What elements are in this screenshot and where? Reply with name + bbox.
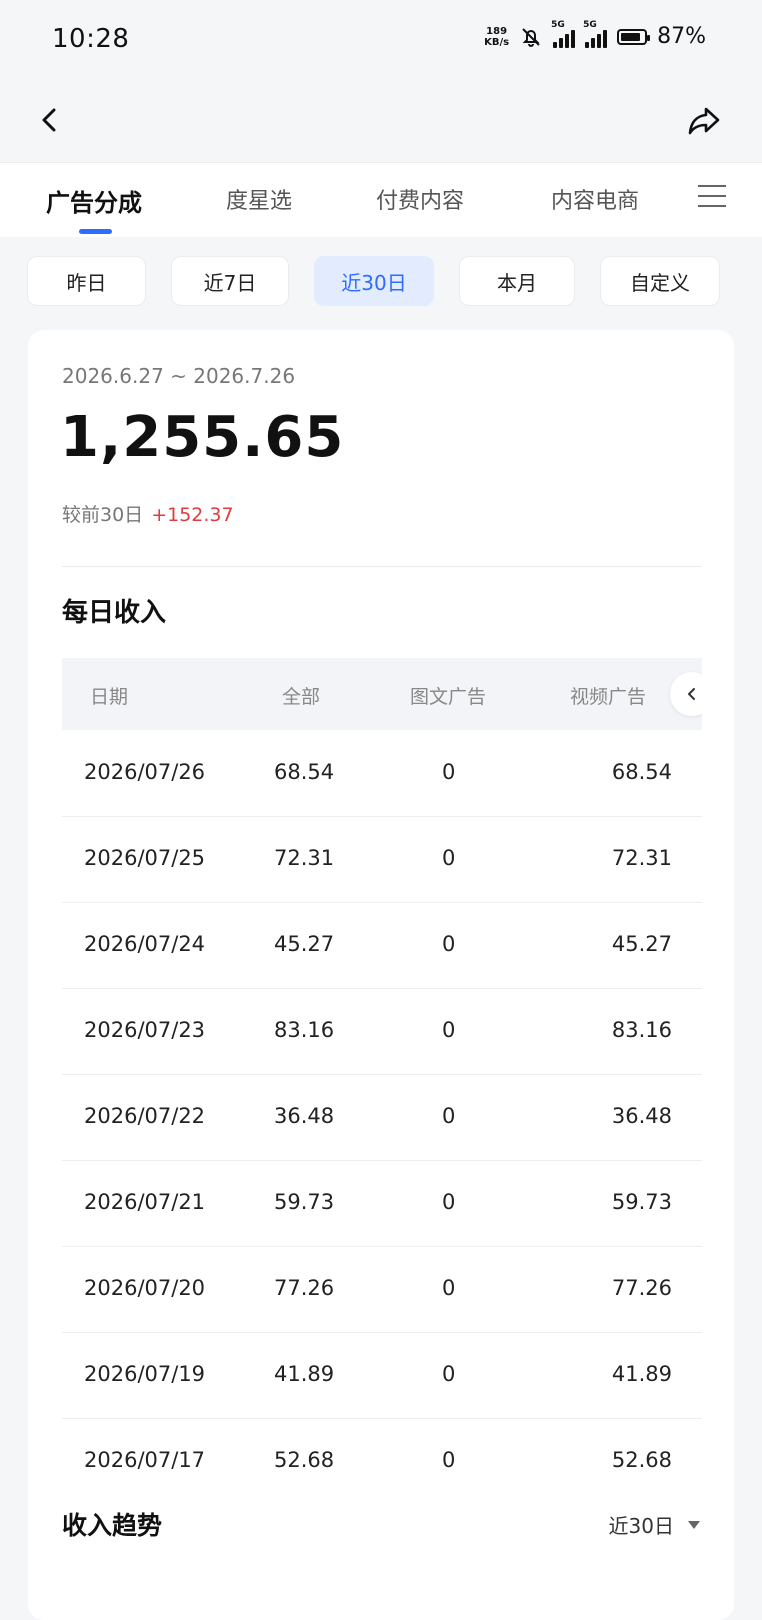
comparison: 较前30日 +152.37 xyxy=(62,500,234,527)
header-video-ads: 视频广告 xyxy=(570,686,647,708)
cell-image-ads: 0 xyxy=(442,1190,456,1214)
cell-all: 59.73 xyxy=(274,1190,335,1214)
cell-image-ads: 0 xyxy=(442,846,456,870)
tab-du-select[interactable]: 度星选 xyxy=(226,183,292,215)
table-row: 2026/07/21 59.73 0 59.73 xyxy=(62,1160,702,1247)
network-speed: 189 KB/s xyxy=(484,25,510,48)
range-custom[interactable]: 自定义 xyxy=(600,256,720,306)
cell-all: 45.27 xyxy=(274,932,335,956)
battery-icon xyxy=(617,28,651,45)
cell-image-ads: 0 xyxy=(442,760,456,784)
cell-all: 68.54 xyxy=(274,760,335,784)
table-header: 日期 全部 图文广告 视频广告 xyxy=(62,658,702,730)
status-bar: 10:28 189 KB/s 5G 5G 87% xyxy=(0,0,762,82)
cell-date: 2026/07/24 xyxy=(84,932,206,956)
cell-all: 83.16 xyxy=(274,1018,335,1042)
header-date: 日期 xyxy=(90,686,129,708)
cell-date: 2026/07/25 xyxy=(84,846,206,870)
cell-video-ads: 36.48 xyxy=(611,1104,672,1128)
table-scroll-button[interactable] xyxy=(670,672,702,716)
nav-bar xyxy=(0,82,762,162)
cell-image-ads: 0 xyxy=(442,1362,456,1386)
cell-video-ads: 77.26 xyxy=(611,1276,672,1300)
table-row: 2026/07/26 68.54 0 68.54 xyxy=(62,730,702,817)
cell-image-ads: 0 xyxy=(442,1018,456,1042)
revenue-card: 2026.6.27 ~ 2026.7.26 1,255.65 较前30日 +152… xyxy=(28,330,734,1620)
cell-video-ads: 72.31 xyxy=(611,846,672,870)
share-icon[interactable] xyxy=(684,100,724,140)
tab-ad-revenue[interactable]: 广告分成 xyxy=(46,183,142,218)
table-row: 2026/07/24 45.27 0 45.27 xyxy=(62,902,702,989)
table-row: 2026/07/22 36.48 0 36.48 xyxy=(62,1074,702,1161)
cell-video-ads: 52.68 xyxy=(611,1448,672,1472)
tab-paid-content[interactable]: 付费内容 xyxy=(376,183,464,215)
active-tab-indicator xyxy=(79,229,112,234)
table-row: 2026/07/23 83.16 0 83.16 xyxy=(62,988,702,1075)
cell-video-ads: 68.54 xyxy=(611,760,672,784)
tab-content-ecommerce[interactable]: 内容电商 xyxy=(551,183,639,215)
divider xyxy=(62,566,702,567)
cell-image-ads: 0 xyxy=(442,1276,456,1300)
table-row: 2026/07/17 52.68 0 52.68 xyxy=(62,1418,702,1504)
date-range-text: 2026.6.27 ~ 2026.7.26 xyxy=(62,364,296,388)
range-30-days[interactable]: 近30日 xyxy=(314,256,434,306)
cell-video-ads: 83.16 xyxy=(611,1018,672,1042)
battery-level: 87% xyxy=(657,24,706,49)
back-arrow-icon[interactable] xyxy=(30,100,70,140)
date-range-selector: 昨日 近7日 近30日 本月 自定义 xyxy=(0,256,762,308)
cell-image-ads: 0 xyxy=(442,1104,456,1128)
cell-date: 2026/07/20 xyxy=(84,1276,206,1300)
trend-range-dropdown[interactable]: 近30日 xyxy=(609,1510,700,1539)
dropdown-caret-icon xyxy=(688,1520,700,1529)
header-image-ads: 图文广告 xyxy=(410,686,487,708)
cell-image-ads: 0 xyxy=(442,1448,456,1472)
cell-date: 2026/07/22 xyxy=(84,1104,206,1128)
range-this-month[interactable]: 本月 xyxy=(459,256,575,306)
cell-date: 2026/07/21 xyxy=(84,1190,206,1214)
comparison-label: 较前30日 xyxy=(62,504,144,526)
status-icons: 189 KB/s 5G 5G 87% xyxy=(484,20,706,50)
chevron-left-icon xyxy=(688,688,695,700)
cell-all: 52.68 xyxy=(274,1448,335,1472)
status-time: 10:28 xyxy=(52,24,130,54)
signal-icon-2: 5G xyxy=(583,20,608,48)
cell-video-ads: 59.73 xyxy=(611,1190,672,1214)
cell-all: 41.89 xyxy=(274,1362,335,1386)
cell-date: 2026/07/26 xyxy=(84,760,206,784)
comparison-delta: +152.37 xyxy=(151,504,234,526)
cell-date: 2026/07/23 xyxy=(84,1018,206,1042)
cell-video-ads: 41.89 xyxy=(611,1362,672,1386)
menu-icon[interactable] xyxy=(698,185,726,209)
cell-all: 72.31 xyxy=(274,846,335,870)
table-row: 2026/07/19 41.89 0 41.89 xyxy=(62,1332,702,1419)
table-row: 2026/07/25 72.31 0 72.31 xyxy=(62,816,702,903)
cell-all: 77.26 xyxy=(274,1276,335,1300)
table-row: 2026/07/20 77.26 0 77.26 xyxy=(62,1246,702,1333)
cell-image-ads: 0 xyxy=(442,932,456,956)
signal-icon-1: 5G xyxy=(551,20,576,48)
cell-all: 36.48 xyxy=(274,1104,335,1128)
bell-muted-icon xyxy=(522,27,540,47)
range-7-days[interactable]: 近7日 xyxy=(171,256,289,306)
header-all: 全部 xyxy=(282,686,321,708)
cell-date: 2026/07/19 xyxy=(84,1362,206,1386)
trend-range-value: 近30日 xyxy=(608,1514,674,1538)
cell-date: 2026/07/17 xyxy=(84,1448,206,1472)
range-yesterday[interactable]: 昨日 xyxy=(27,256,146,306)
cell-video-ads: 45.27 xyxy=(611,932,672,956)
category-tabs: 广告分成 度星选 付费内容 内容电商 xyxy=(0,162,762,237)
income-trend-title: 收入趋势 xyxy=(62,1511,163,1540)
total-revenue: 1,255.65 xyxy=(60,405,345,470)
daily-income-title: 每日收入 xyxy=(62,598,167,628)
